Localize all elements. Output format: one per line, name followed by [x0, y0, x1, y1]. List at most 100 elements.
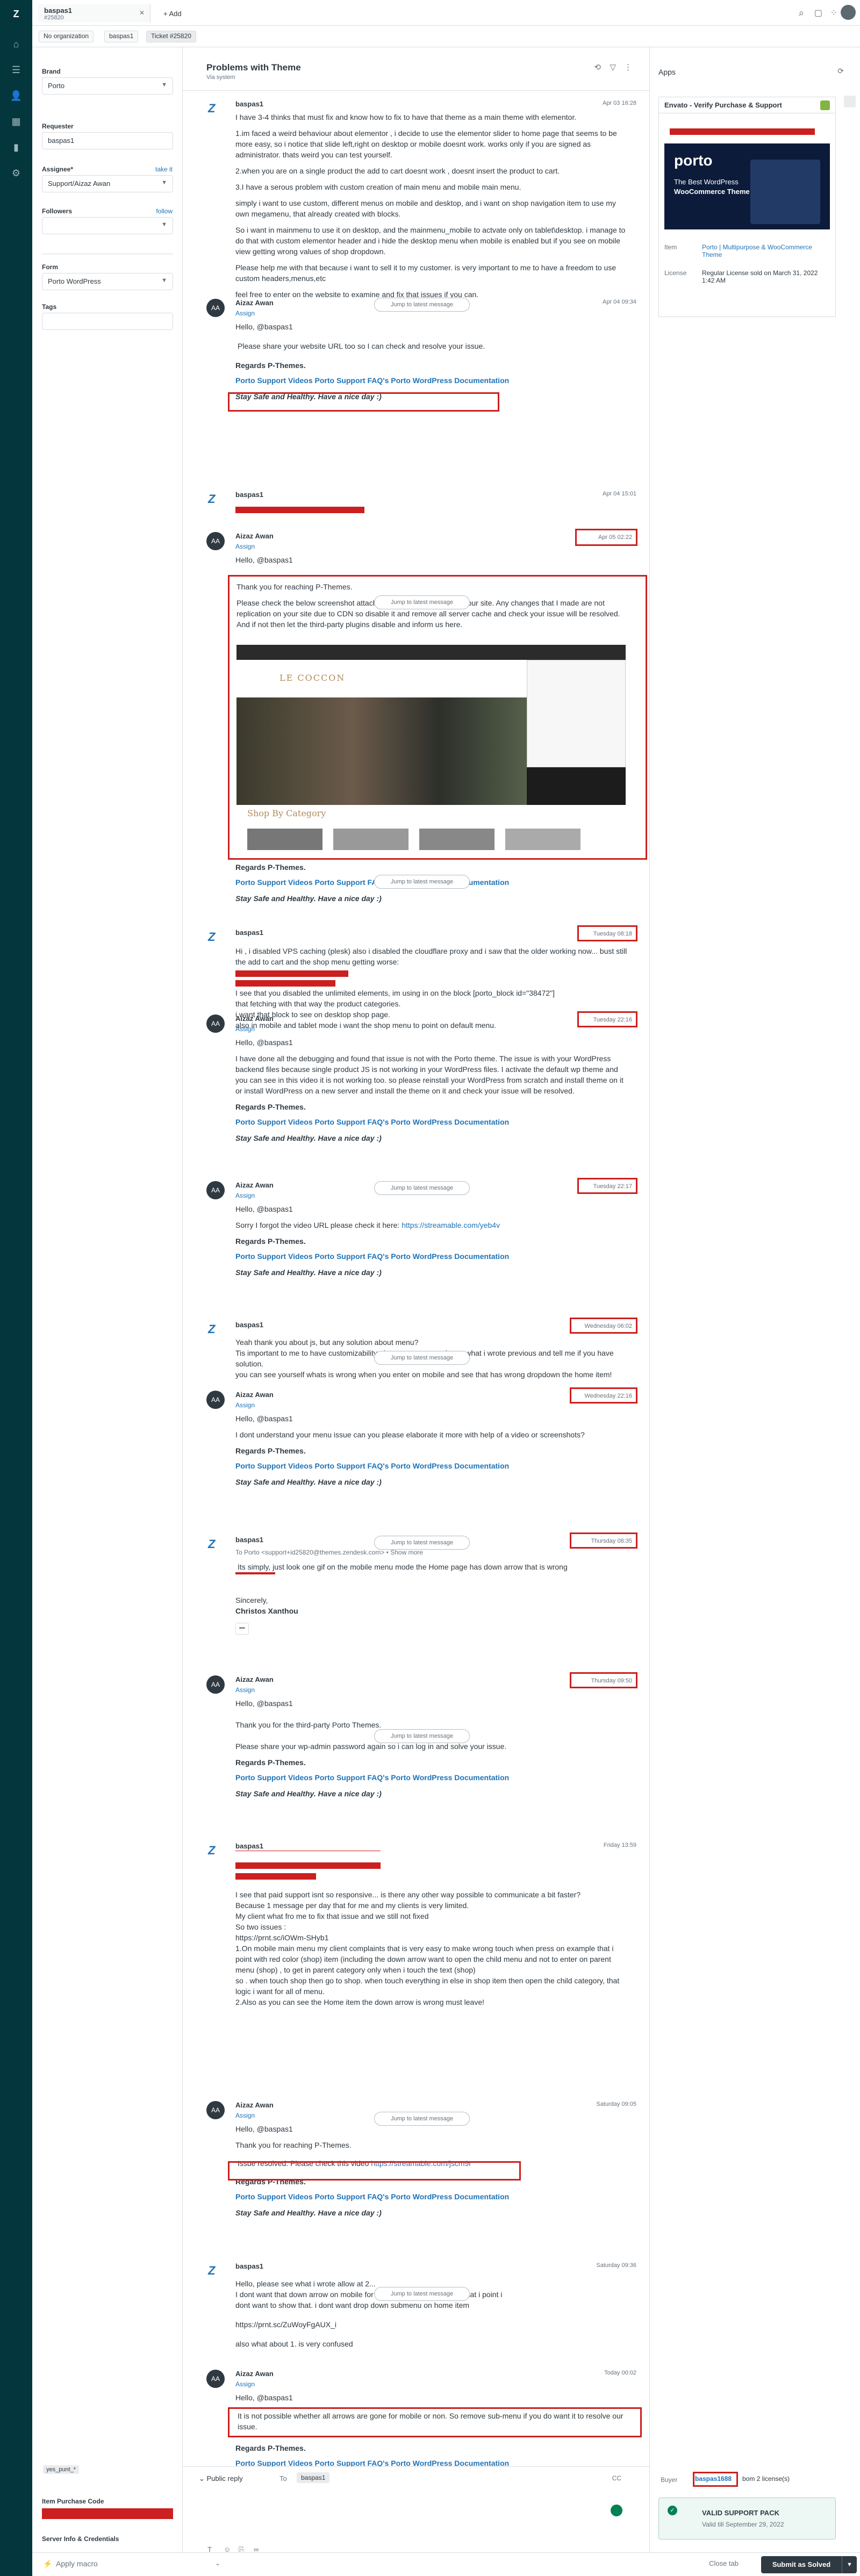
chevron-down-icon: ▼	[161, 277, 167, 284]
author-name[interactable]: Aizaz Awan	[235, 1391, 274, 1399]
submit-options-chevron-icon[interactable]: ▼	[842, 2556, 857, 2573]
apply-macro-button[interactable]: Apply macro	[56, 2559, 98, 2568]
support-links[interactable]: Porto Support Videos Porto Support FAQ's…	[235, 1251, 628, 1262]
crumb-organization[interactable]: No organization	[39, 31, 94, 42]
admin-gear-icon[interactable]: ⚙	[10, 167, 23, 179]
ticket-properties-sidebar: Brand Porto ▼ Requester baspas1 Assignee*…	[32, 47, 183, 2576]
item-link[interactable]: Porto | Multipurpose & WooCommerce Theme	[702, 243, 826, 258]
category-thumb	[419, 829, 494, 850]
add-tab-button[interactable]: + Add	[157, 4, 200, 23]
assign-link[interactable]: Assign	[235, 1686, 255, 1694]
purchase-code-redacted[interactable]	[42, 2508, 173, 2519]
views-icon[interactable]: ☰	[10, 63, 23, 76]
author-name[interactable]: Aizaz Awan	[235, 1181, 274, 1189]
jump-to-latest-button[interactable]: Jump to latest message	[374, 1729, 470, 1743]
recipient-chip[interactable]: baspas1	[297, 2472, 330, 2483]
customers-icon[interactable]: 👤	[10, 89, 23, 102]
home-icon[interactable]: ⌂	[10, 38, 23, 51]
search-icon[interactable]: ⌕	[799, 8, 804, 19]
assign-link[interactable]: Assign	[235, 2112, 255, 2119]
assign-link[interactable]: Assign	[235, 310, 255, 317]
agent-avatar: AA	[206, 299, 225, 317]
form-select[interactable]: Porto WordPress ▼	[42, 273, 173, 290]
author-name[interactable]: baspas1	[235, 2262, 263, 2270]
message-agent-6: AA Aizaz Awan Assign Tuesday 22:16 Hello…	[206, 1011, 637, 1176]
redacted-purchase	[670, 128, 815, 135]
cc-button[interactable]: CC	[612, 2474, 621, 2482]
paragraph: I dont understand your menu issue can yo…	[235, 1430, 585, 1439]
author-name[interactable]: Aizaz Awan	[235, 1014, 274, 1023]
support-links[interactable]: Porto Support Videos Porto Support FAQ's…	[235, 1772, 628, 1783]
reply-type-select[interactable]: ⌄ Public reply	[199, 2474, 243, 2483]
author-name[interactable]: baspas1	[235, 1842, 263, 1850]
brand-select[interactable]: Porto ▼	[42, 77, 173, 95]
author-name[interactable]: baspas1	[235, 929, 263, 937]
assign-link[interactable]: Assign	[235, 2380, 255, 2388]
author-name[interactable]: Aizaz Awan	[235, 532, 274, 540]
video-link[interactable]: https://streamable.com/yeb4v	[402, 1221, 500, 1229]
screenshot-hero	[236, 697, 527, 805]
more-icon[interactable]: ⋮	[624, 62, 632, 72]
ticket-tab[interactable]: baspas1 #25820 ✕	[38, 4, 150, 23]
followers-field[interactable]: ▼	[42, 217, 173, 234]
author-name[interactable]: baspas1	[235, 491, 263, 499]
user-avatar[interactable]	[841, 5, 856, 20]
assign-link[interactable]: Assign	[235, 543, 255, 550]
tag-chip[interactable]: yes_punt_*	[43, 2465, 80, 2474]
attached-screenshot[interactable]: LE COCCON Shop By Category	[236, 645, 626, 852]
signature-closing: Stay Safe and Healthy. Have a nice day :…	[235, 2208, 382, 2217]
jump-to-latest-button[interactable]: Jump to latest message	[374, 595, 470, 609]
history-icon[interactable]: ⟲	[594, 62, 601, 72]
assign-link[interactable]: Assign	[235, 1401, 255, 1409]
refresh-icon[interactable]: ⟳	[837, 67, 844, 76]
author-name[interactable]: Aizaz Awan	[235, 299, 274, 307]
paragraph: Thank you for reaching P-Themes.	[235, 2141, 352, 2149]
submit-button[interactable]: Submit as Solved	[761, 2556, 842, 2573]
organizations-icon[interactable]: ▦	[10, 115, 23, 128]
author-name[interactable]: baspas1	[235, 100, 263, 108]
reporting-icon[interactable]: ▮	[10, 141, 23, 154]
assignee-select[interactable]: Support/Aizaz Awan ▼	[42, 175, 173, 192]
signature-closing: Stay Safe and Healthy. Have a nice day :…	[235, 1789, 382, 1798]
signature-regards: Regards P-Themes.	[235, 2444, 306, 2452]
support-links[interactable]: Porto Support Videos Porto Support FAQ's…	[235, 375, 628, 386]
filter-icon[interactable]: ▽	[610, 62, 616, 72]
jump-to-latest-button[interactable]: Jump to latest message	[374, 1181, 470, 1195]
paragraph[interactable]: https://prnt.sc/iOWm-SHyb1	[235, 1932, 628, 1943]
author-name[interactable]: Aizaz Awan	[235, 2101, 274, 2109]
close-tab-icon[interactable]: ✕	[139, 9, 145, 17]
apps-grid-icon[interactable]: ⁘	[830, 8, 837, 18]
follow-link[interactable]: follow	[156, 207, 173, 215]
apps-toggle-icon[interactable]	[844, 96, 856, 107]
author-name[interactable]: baspas1	[235, 1321, 263, 1329]
support-links[interactable]: Porto Support Videos Porto Support FAQ's…	[235, 2191, 628, 2202]
author-name[interactable]: baspas1	[235, 1536, 263, 1544]
jump-to-latest-button[interactable]: Jump to latest message	[374, 1351, 470, 1365]
paragraph[interactable]: https://prnt.sc/ZuWoyFgAUX_i	[235, 2319, 628, 2330]
conversations-icon[interactable]: ▢	[814, 8, 822, 18]
tags-field[interactable]	[42, 313, 173, 330]
grammar-check-icon[interactable]	[611, 2505, 622, 2516]
bottom-action-bar: ⚡ Apply macro ⌄ Close tab Submit as Solv…	[32, 2552, 860, 2576]
assign-link[interactable]: Assign	[235, 1025, 255, 1033]
show-quoted-button[interactable]: •••	[235, 1623, 249, 1635]
paragraph: 1.On mobile main menu my client complain…	[235, 1944, 614, 1974]
requester-field[interactable]: baspas1	[42, 132, 173, 149]
reply-textarea[interactable]	[199, 2491, 633, 2539]
jump-to-latest-button[interactable]: Jump to latest message	[374, 1536, 470, 1550]
chevron-down-icon: ⌄	[215, 2559, 221, 2567]
crumb-ticket[interactable]: Ticket #25820	[146, 31, 196, 42]
take-it-link[interactable]: take it	[155, 166, 173, 173]
support-links[interactable]: Porto Support Videos Porto Support FAQ's…	[235, 1117, 628, 1127]
jump-to-latest-button[interactable]: Jump to latest message	[374, 875, 470, 889]
author-name[interactable]: Aizaz Awan	[235, 2370, 274, 2378]
support-links[interactable]: Porto Support Videos Porto Support FAQ's…	[235, 1460, 628, 1471]
close-tab-select[interactable]: Close tab	[709, 2559, 739, 2567]
author-name[interactable]: Aizaz Awan	[235, 1675, 274, 1683]
recipient-line[interactable]: To Porto <support+id25820@themes.zendesk…	[235, 1549, 423, 1556]
jump-to-latest-button[interactable]: Jump to latest message	[374, 2287, 470, 2301]
banner-line: The Best WordPress	[674, 178, 739, 186]
assign-link[interactable]: Assign	[235, 1192, 255, 1199]
crumb-user[interactable]: baspas1	[104, 31, 139, 42]
paragraph: I see that you disabled the unlimited el…	[235, 989, 555, 997]
